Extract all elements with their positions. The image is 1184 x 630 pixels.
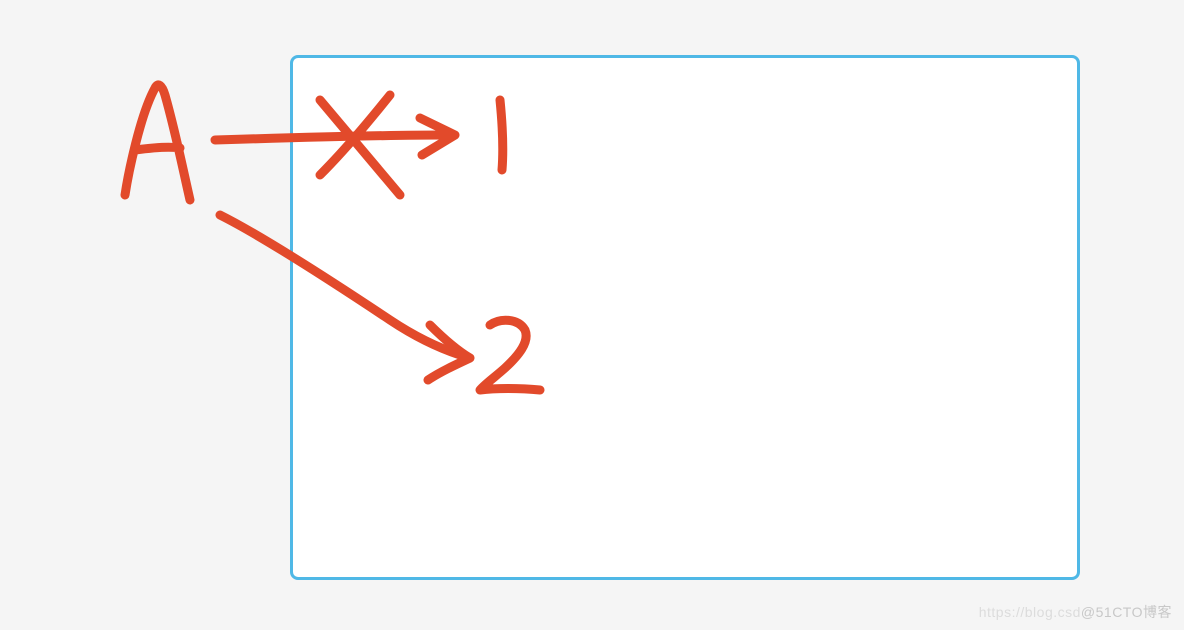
node-source-letter	[125, 85, 190, 200]
container-box	[290, 55, 1080, 580]
diagram-canvas: https://blog.csd@51CTO博客	[0, 0, 1184, 630]
watermark-faint: https://blog.csd	[979, 604, 1081, 620]
watermark: https://blog.csd@51CTO博客	[979, 602, 1172, 622]
watermark-text: @51CTO博客	[1081, 604, 1172, 620]
